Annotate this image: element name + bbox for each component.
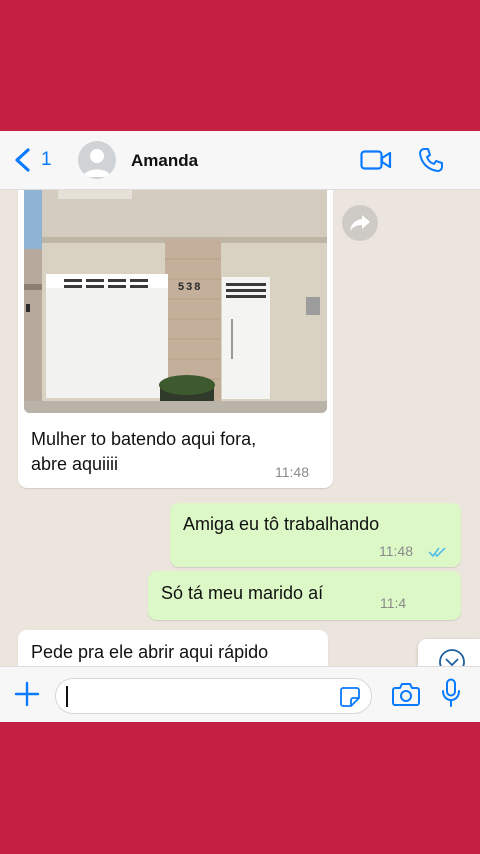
sticker-button[interactable] — [339, 686, 361, 708]
unread-count[interactable]: 1 — [41, 149, 52, 171]
read-receipt-icon — [428, 547, 446, 558]
voice-call-button[interactable] — [418, 147, 444, 173]
plus-icon — [14, 681, 40, 707]
avatar[interactable] — [78, 141, 116, 179]
camera-icon — [392, 683, 420, 706]
message-input[interactable] — [55, 678, 372, 714]
message-text: Amiga eu tô trabalhando — [183, 514, 380, 534]
incoming-message[interactable]: Pede pra ele abrir aqui rápido — [18, 630, 328, 666]
house-number: 538 — [178, 281, 203, 293]
video-camera-icon — [360, 150, 392, 170]
contact-name[interactable]: Amanda — [131, 151, 198, 171]
chevron-down-circle-icon — [439, 649, 465, 666]
outgoing-message[interactable]: Amiga eu tô trabalhando 11:48 — [170, 503, 461, 567]
outgoing-message[interactable]: Só tá meu marido aí 11:4 — [148, 571, 461, 620]
microphone-icon — [442, 678, 460, 707]
phone-icon — [419, 148, 443, 172]
chat-header: 1 Amanda — [0, 131, 480, 190]
message-time: 11:48 — [379, 543, 413, 559]
house-photo[interactable] — [24, 189, 327, 413]
camera-button[interactable] — [392, 681, 420, 707]
forward-button[interactable] — [342, 205, 378, 241]
message-text: Só tá meu marido aí — [161, 583, 324, 603]
forward-arrow-icon — [350, 215, 370, 231]
message-text-line: Mulher to batendo aqui fora, — [31, 429, 257, 449]
sticker-icon — [340, 687, 360, 707]
house-photo-image — [24, 189, 327, 413]
chevron-left-icon — [15, 148, 30, 172]
scroll-to-bottom-button[interactable] — [418, 639, 480, 666]
text-caret — [66, 686, 68, 707]
message-list[interactable]: 538 Mulher to batendo aqui fora, abre aq… — [0, 189, 480, 666]
message-text: Pede pra ele abrir aqui rápido — [31, 642, 269, 662]
message-composer — [0, 666, 480, 722]
message-time: 11:4 — [380, 595, 407, 611]
attach-button[interactable] — [14, 681, 40, 707]
video-call-button[interactable] — [360, 148, 392, 172]
whatsapp-chat-screen: 1 Amanda 538 Mulher to batendo aqui fora… — [0, 131, 480, 722]
message-time: 11:48 — [275, 464, 309, 480]
user-avatar-icon — [83, 149, 111, 177]
message-text-line: abre aquiiii — [31, 454, 119, 474]
microphone-button[interactable] — [441, 678, 461, 708]
back-button[interactable] — [12, 148, 34, 172]
